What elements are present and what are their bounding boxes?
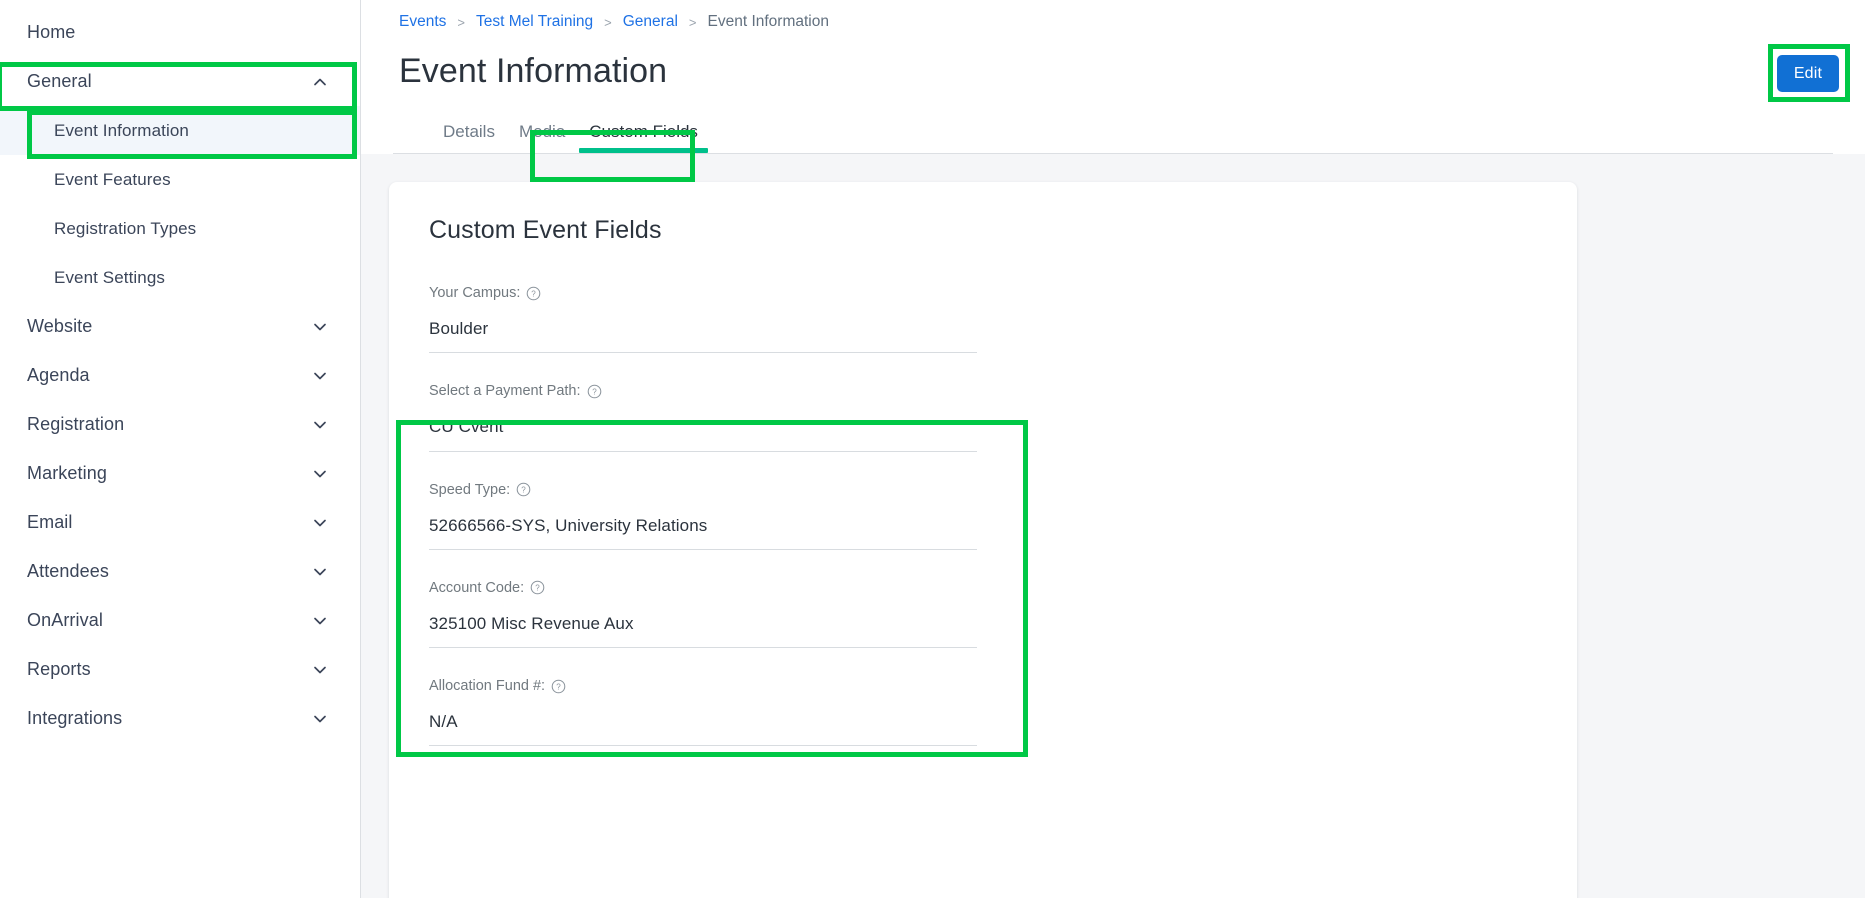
sidebar-item-event-features[interactable]: Event Features: [0, 155, 360, 204]
field-label: Speed Type: ?: [429, 482, 977, 498]
chevron-down-icon: [312, 319, 328, 335]
chevron-down-icon: [312, 466, 328, 482]
content-area: Custom Event Fields Your Campus: ? Bould…: [361, 154, 1865, 898]
sidebar: Home General Event Information Event Fea…: [0, 0, 361, 898]
field-value: 52666566-SYS, University Relations: [429, 515, 977, 550]
sidebar-item-label: Reports: [27, 659, 91, 679]
sidebar-group-registration[interactable]: Registration: [0, 400, 360, 449]
breadcrumb-item-event[interactable]: Test Mel Training: [476, 13, 593, 31]
edit-button[interactable]: Edit: [1777, 55, 1839, 92]
sidebar-item-label: Email: [27, 512, 73, 532]
field-label: Select a Payment Path: ?: [429, 383, 977, 399]
breadcrumb: Events > Test Mel Training > General > E…: [393, 0, 1833, 44]
sidebar-group-marketing[interactable]: Marketing: [0, 449, 360, 498]
top-bar: Events > Test Mel Training > General > E…: [361, 0, 1865, 154]
breadcrumb-separator: >: [457, 14, 465, 30]
sidebar-item-label: Event Features: [54, 169, 171, 189]
sidebar-item-label: General: [27, 71, 92, 91]
sidebar-item-label: Attendees: [27, 561, 109, 581]
field-speed-type: Speed Type: ? 52666566-SYS, University R…: [429, 482, 977, 550]
card-title: Custom Event Fields: [429, 216, 662, 244]
field-allocation-fund-number: Allocation Fund #: ? N/A: [429, 678, 977, 747]
help-icon[interactable]: ?: [526, 286, 541, 301]
sidebar-item-label: Agenda: [27, 365, 90, 385]
svg-text:?: ?: [592, 387, 597, 396]
field-label-text: Your Campus:: [429, 285, 521, 301]
field-label: Account Code: ?: [429, 580, 977, 596]
breadcrumb-separator: >: [604, 14, 612, 30]
help-icon[interactable]: ?: [551, 679, 566, 694]
sidebar-group-general[interactable]: General: [0, 57, 360, 106]
chevron-down-icon: [312, 368, 328, 384]
sidebar-item-home[interactable]: Home: [0, 8, 360, 57]
field-label-text: Allocation Fund #:: [429, 678, 546, 694]
svg-text:?: ?: [521, 486, 526, 495]
field-value: N/A: [429, 711, 977, 747]
help-icon[interactable]: ?: [587, 384, 602, 399]
sidebar-group-website[interactable]: Website: [0, 302, 360, 351]
breadcrumb-item-events[interactable]: Events: [399, 13, 446, 31]
page-title: Event Information: [399, 52, 668, 90]
field-label-text: Account Code:: [429, 579, 525, 596]
sidebar-item-label: Integrations: [27, 708, 123, 728]
sidebar-item-label: Event Information: [54, 120, 189, 140]
sidebar-item-label: OnArrival: [27, 610, 103, 630]
field-value: CU Cvent: [429, 416, 977, 452]
sidebar-item-label: Home: [27, 22, 76, 42]
field-label-text: Speed Type:: [429, 481, 511, 498]
field-value: 325100 Misc Revenue Aux: [429, 613, 977, 648]
chevron-down-icon: [312, 662, 328, 678]
breadcrumb-item-general[interactable]: General: [623, 13, 678, 31]
svg-text:?: ?: [556, 682, 561, 691]
main-panel: Events > Test Mel Training > General > E…: [361, 0, 1865, 898]
chevron-down-icon: [312, 515, 328, 531]
field-label: Allocation Fund #: ?: [429, 678, 977, 694]
app-root: Home General Event Information Event Fea…: [0, 0, 1865, 898]
sidebar-group-onarrival[interactable]: OnArrival: [0, 596, 360, 645]
sidebar-item-label: Marketing: [27, 463, 107, 483]
sidebar-group-email[interactable]: Email: [0, 498, 360, 547]
field-your-campus: Your Campus: ? Boulder: [429, 285, 977, 354]
sidebar-group-integrations[interactable]: Integrations: [0, 694, 360, 743]
sidebar-item-label: Registration Types: [54, 218, 197, 238]
tab-details[interactable]: Details: [431, 123, 507, 153]
chevron-down-icon: [312, 564, 328, 580]
field-value: Boulder: [429, 318, 977, 354]
sidebar-item-event-information[interactable]: Event Information: [0, 106, 360, 155]
sidebar-item-event-settings[interactable]: Event Settings: [0, 253, 360, 302]
field-account-code: Account Code: ? 325100 Misc Revenue Aux: [429, 580, 977, 648]
breadcrumb-separator: >: [688, 14, 697, 30]
field-select-a-payment-path: Select a Payment Path: ? CU Cvent: [429, 383, 977, 452]
sidebar-item-registration-types[interactable]: Registration Types: [0, 204, 360, 253]
breadcrumb-item-current: Event Information: [707, 13, 829, 30]
custom-event-fields-card: Custom Event Fields Your Campus: ? Bould…: [389, 182, 1577, 898]
sidebar-item-label: Registration: [27, 414, 125, 434]
chevron-down-icon: [312, 613, 328, 629]
svg-text:?: ?: [535, 584, 540, 593]
help-icon[interactable]: ?: [530, 580, 545, 595]
tab-custom-fields[interactable]: Custom Fields: [577, 123, 710, 153]
chevron-down-icon: [312, 711, 328, 727]
help-icon[interactable]: ?: [516, 482, 531, 497]
tab-bar: Details Media Custom Fields: [393, 105, 1833, 154]
sidebar-group-agenda[interactable]: Agenda: [0, 351, 360, 400]
field-label: Your Campus: ?: [429, 285, 977, 301]
svg-text:?: ?: [532, 289, 537, 298]
chevron-up-icon: [312, 74, 328, 90]
field-label-text: Select a Payment Path:: [429, 383, 581, 400]
sidebar-group-attendees[interactable]: Attendees: [0, 547, 360, 596]
sidebar-group-reports[interactable]: Reports: [0, 645, 360, 694]
sidebar-item-label: Event Settings: [54, 267, 166, 287]
sidebar-item-label: Website: [27, 316, 93, 336]
chevron-down-icon: [312, 417, 328, 433]
tab-media[interactable]: Media: [507, 123, 577, 153]
